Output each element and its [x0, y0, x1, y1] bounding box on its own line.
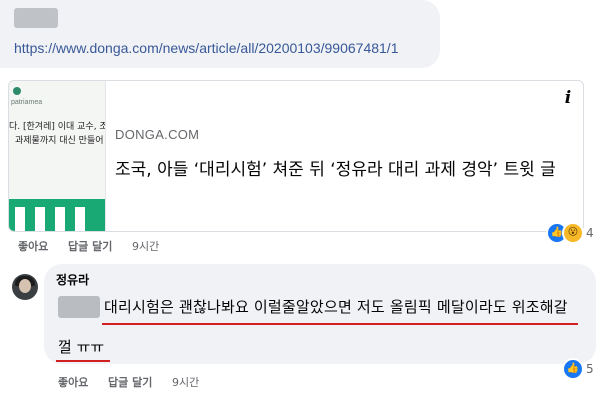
link-title: 조국, 아들 ‘대리시험’ 쳐준 뒤 ‘정유라 대리 과제 경악’ 트윗 글: [115, 160, 556, 180]
blurred-author-name: [14, 8, 58, 28]
comment-text: 대리시험은 괜찮나봐요 이럴줄알았으면 저도 올림픽 메달이라도 위조해갈: [104, 298, 568, 316]
reaction-count: 5: [586, 362, 594, 376]
wow-icon: 😮: [562, 222, 584, 244]
reaction-count: 4: [586, 226, 594, 240]
red-underline-annotation: [102, 323, 578, 325]
blurred-tagged-name: [58, 296, 100, 318]
link-preview-thumbnail: patriamea 다. [한겨레] 이대 교수, 조 과제물까지 대신 만들어: [9, 81, 106, 231]
thumbnail-banner: [9, 199, 105, 231]
info-icon[interactable]: i: [557, 87, 579, 109]
thumbnail-text: 다. [한겨레] 이대 교수, 조: [9, 122, 106, 132]
thumbnail-brand: patriamea: [11, 99, 43, 106]
reply-button[interactable]: 답글 달기: [68, 238, 112, 254]
reply-button[interactable]: 답글 달기: [108, 374, 152, 390]
like-icon: 👍: [562, 358, 584, 380]
like-button[interactable]: 좋아요: [18, 238, 48, 254]
like-button[interactable]: 좋아요: [58, 374, 88, 390]
avatar[interactable]: [12, 274, 38, 300]
timestamp[interactable]: 9시간: [132, 238, 159, 254]
timestamp[interactable]: 9시간: [172, 374, 199, 390]
red-underline-annotation: [56, 360, 110, 362]
comment-text: 껄 ㅠㅠ: [58, 338, 105, 356]
comment-bubble: [0, 0, 440, 68]
thumbnail-logo-icon: [13, 87, 21, 95]
link-source: DONGA.COM: [115, 127, 200, 142]
comment-link[interactable]: https://www.donga.com/news/article/all/2…: [14, 40, 398, 56]
thumbnail-text: 과제물까지 대신 만들어: [15, 136, 104, 146]
link-preview-card[interactable]: patriamea 다. [한겨레] 이대 교수, 조 과제물까지 대신 만들어…: [8, 80, 584, 232]
comment-author[interactable]: 정유라: [56, 271, 89, 288]
